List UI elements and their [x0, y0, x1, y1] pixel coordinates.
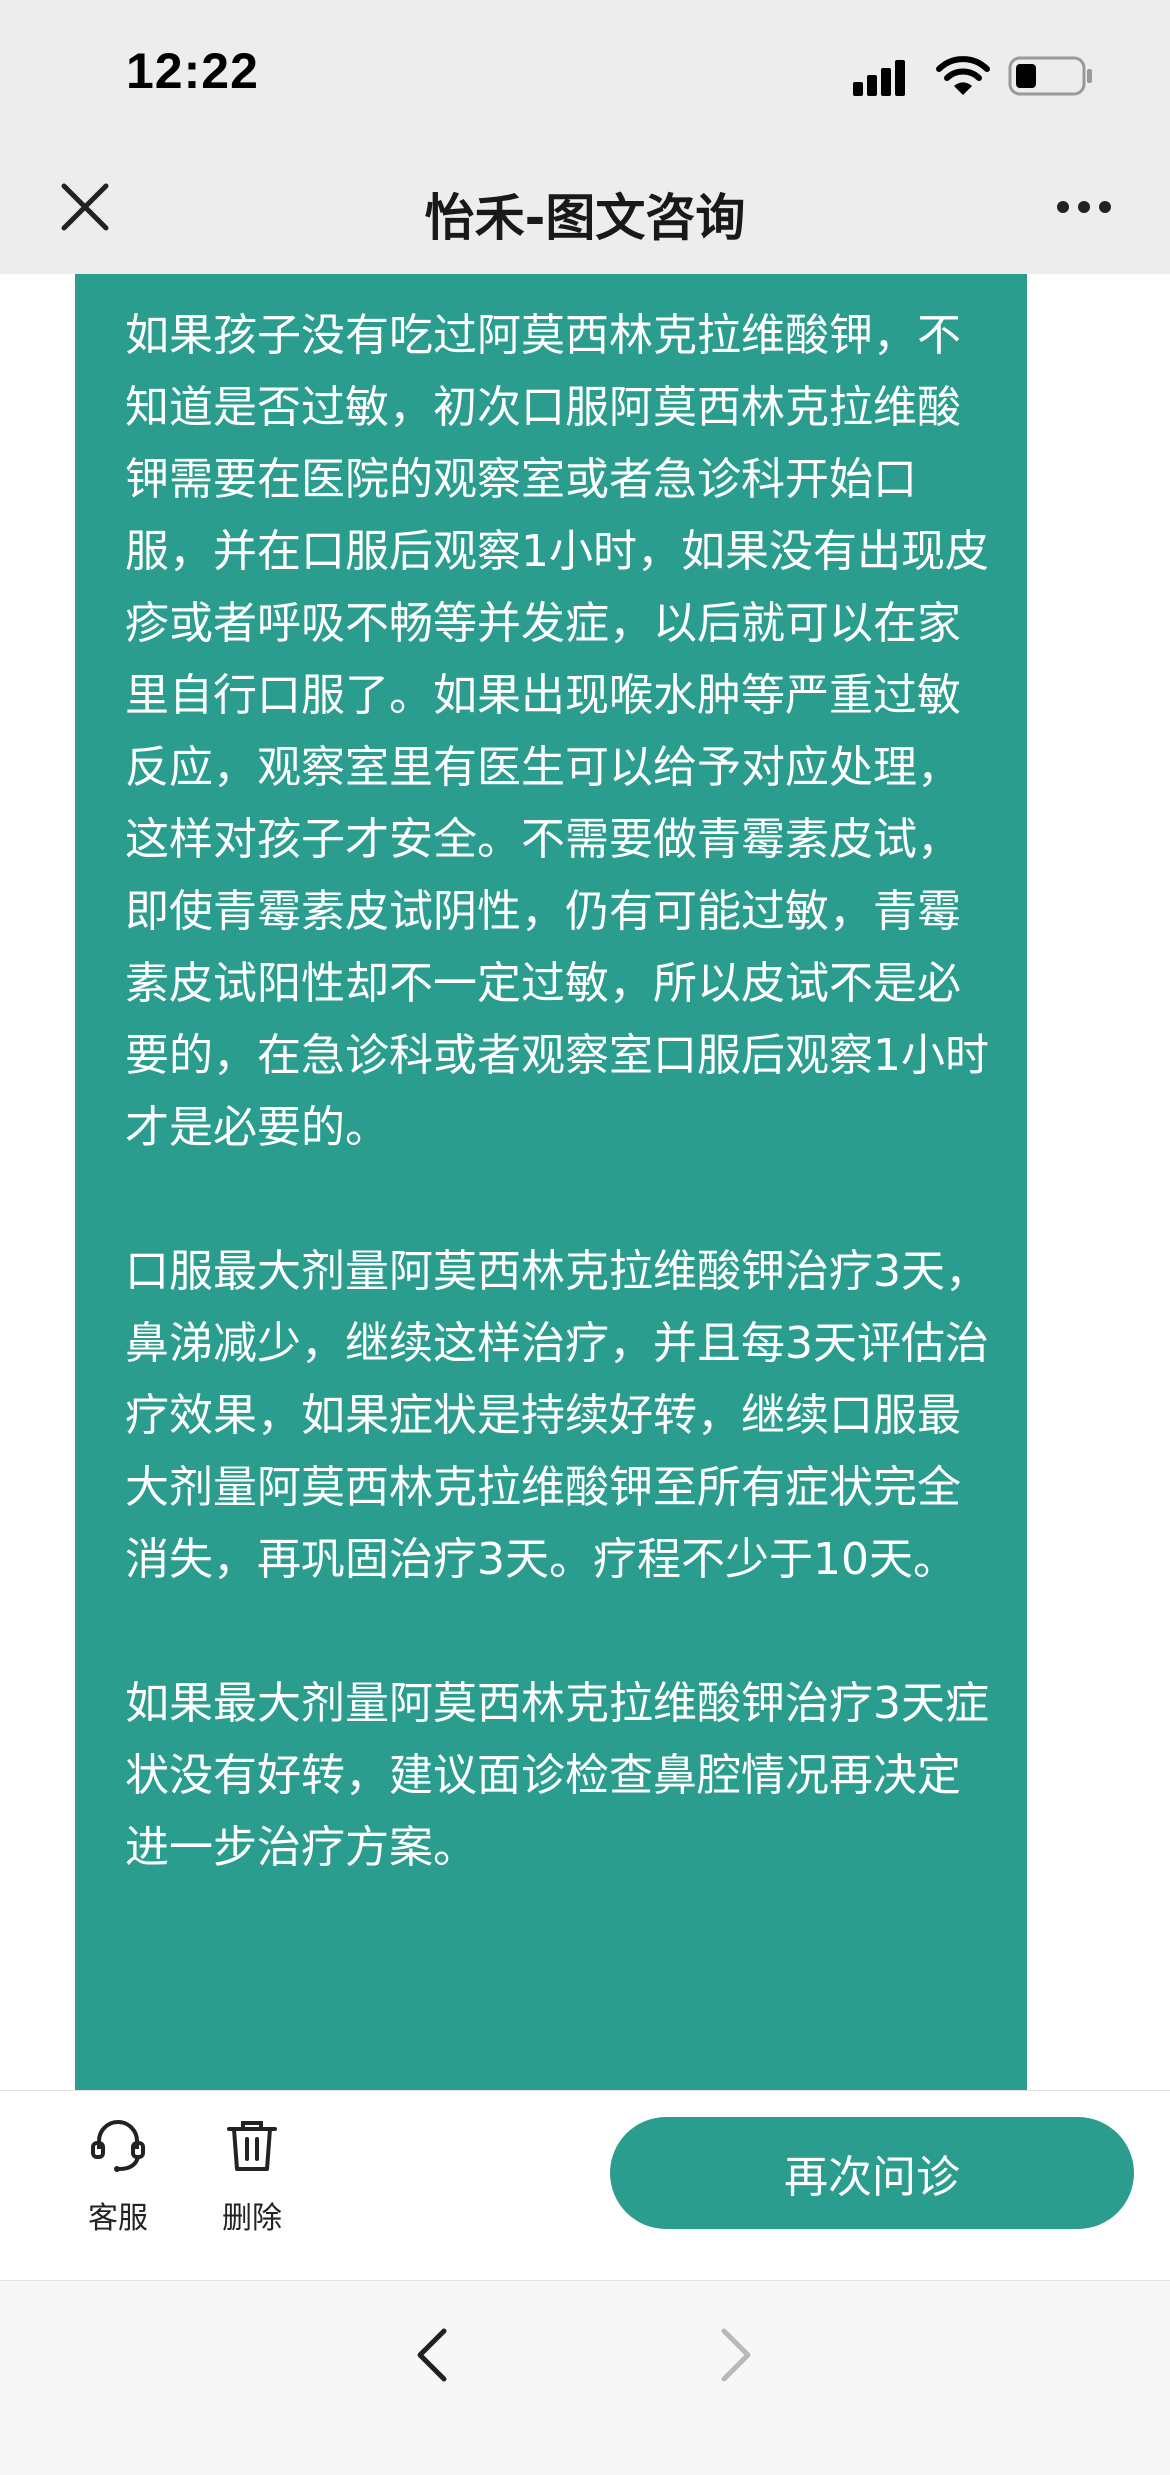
headset-icon	[91, 2120, 145, 2172]
forward-arrow-icon	[721, 2328, 751, 2382]
message-paragraph: 口服最大剂量阿莫西林克拉维酸钾治疗3天，鼻涕减少，继续这样治疗，并且每3天评估治…	[125, 1246, 989, 1585]
browser-nav-bar	[0, 2280, 1170, 2475]
delete-label: 删除	[222, 2201, 282, 2236]
message-text: 如果孩子没有吃过阿莫西林克拉维酸钾，不知道是否过敏，初次口服阿莫西林克拉维酸钾需…	[125, 300, 995, 1884]
customer-service-button[interactable]: 客服	[58, 2115, 178, 2237]
more-icon[interactable]	[1056, 200, 1112, 214]
signal-icon	[853, 60, 905, 96]
delete-button[interactable]: 删除	[192, 2115, 312, 2237]
action-bar: 客服 删除 再次问诊	[0, 2090, 1170, 2281]
status-bar: 12:22	[0, 0, 1170, 150]
battery-icon	[1008, 56, 1092, 96]
back-arrow-icon[interactable]	[412, 2325, 452, 2385]
message-paragraph: 如果孩子没有吃过阿莫西林克拉维酸钾，不知道是否过敏，初次口服阿莫西林克拉维酸钾需…	[125, 310, 989, 1153]
status-time: 12:22	[126, 43, 259, 99]
trash-icon	[227, 2121, 277, 2171]
reconsult-button[interactable]: 再次问诊	[610, 2117, 1134, 2229]
nav-bar: 怡禾-图文咨询	[0, 150, 1170, 274]
page-title: 怡禾-图文咨询	[424, 189, 746, 247]
wifi-icon	[936, 56, 990, 95]
customer-service-label: 客服	[88, 2201, 148, 2236]
chat-content[interactable]: 如果孩子没有吃过阿莫西林克拉维酸钾，不知道是否过敏，初次口服阿莫西林克拉维酸钾需…	[0, 274, 1170, 2090]
message-bubble: 如果孩子没有吃过阿莫西林克拉维酸钾，不知道是否过敏，初次口服阿莫西林克拉维酸钾需…	[75, 274, 1027, 2090]
message-paragraph: 如果最大剂量阿莫西林克拉维酸钾治疗3天症状没有好转，建议面诊检查鼻腔情况再决定进…	[125, 1678, 989, 1873]
